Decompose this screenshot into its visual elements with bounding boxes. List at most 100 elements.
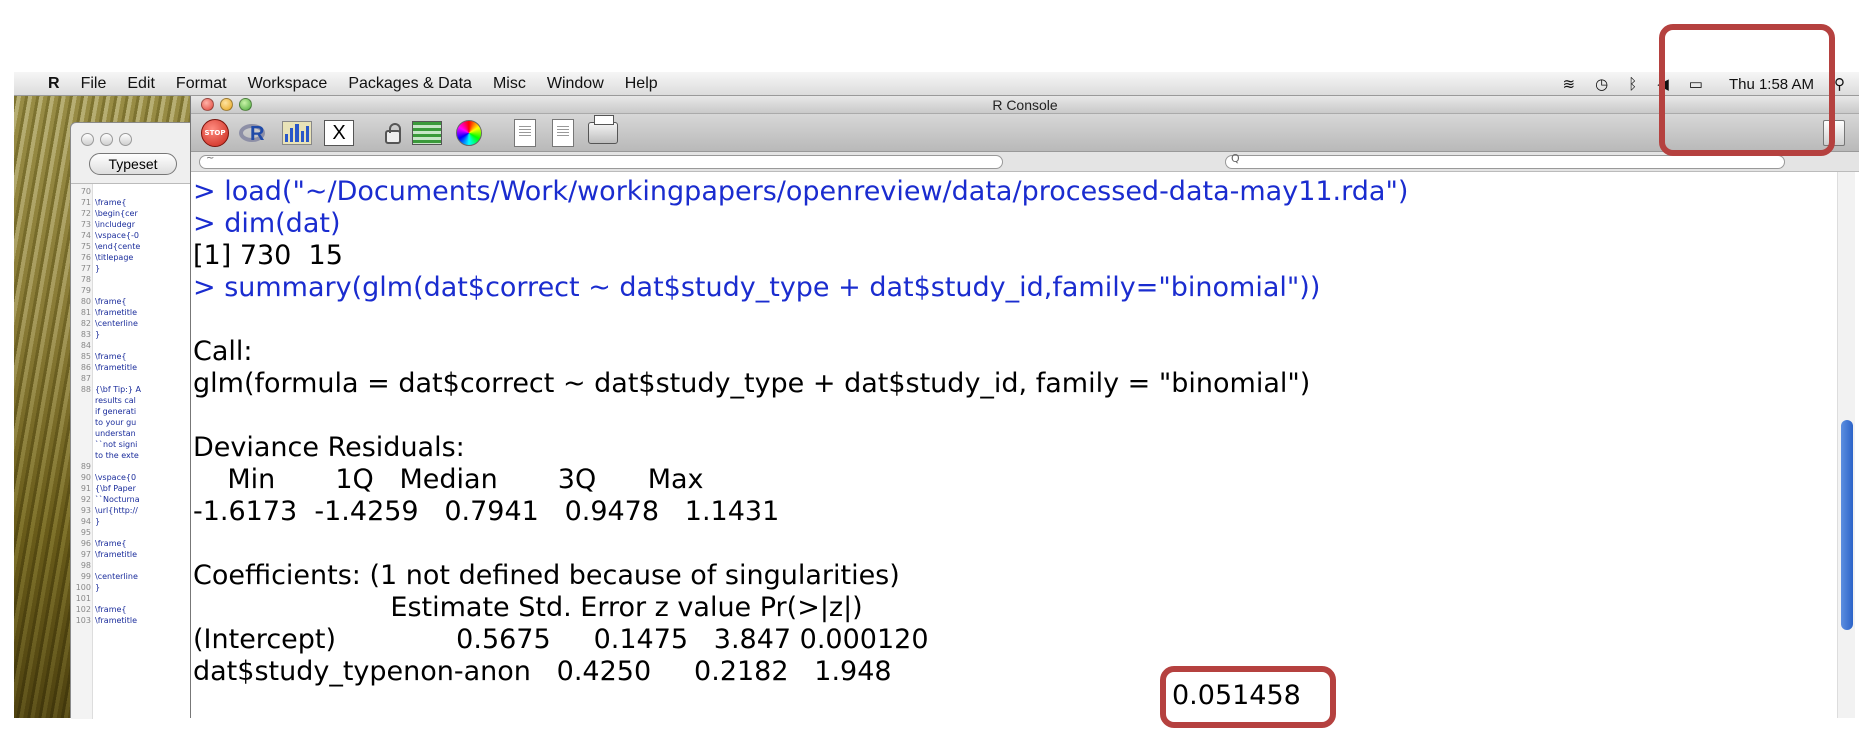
editor-line-number: 75 xyxy=(80,242,91,251)
highlighted-pvalue: 0.051458 xyxy=(1172,680,1301,712)
menu-edit[interactable]: Edit xyxy=(127,75,155,93)
new-document-button[interactable] xyxy=(547,119,579,147)
working-directory-field[interactable]: ~ xyxy=(199,153,1003,169)
editor-line: 75 \end{cente xyxy=(71,241,195,252)
open-document-button[interactable] xyxy=(509,119,541,147)
editor-line: to the exte xyxy=(71,450,195,461)
menu-packages-data[interactable]: Packages & Data xyxy=(348,75,472,93)
menu-help[interactable]: Help xyxy=(625,75,658,93)
new-document-icon xyxy=(552,119,574,147)
bluetooth-icon[interactable]: ᛒ xyxy=(1628,76,1637,93)
quartz-button[interactable] xyxy=(281,119,313,147)
spotlight-icon[interactable]: ⚲ xyxy=(1834,75,1845,93)
console-minimize-button[interactable] xyxy=(220,98,233,111)
editor-line-number: 83 xyxy=(80,330,91,339)
editor-line: 81 \frametitle xyxy=(71,307,195,318)
editor-line: 87 xyxy=(71,373,195,384)
console-output-line: Estimate Std. Error z value Pr(>|z|) xyxy=(193,592,863,623)
console-output[interactable]: > load("~/Documents/Work/workingpapers/o… xyxy=(191,172,1831,718)
editor-line: 89 xyxy=(71,461,195,472)
editor-line-code: \titlepage xyxy=(95,253,134,262)
console-command-line: > load("~/Documents/Work/workingpapers/o… xyxy=(193,176,1409,207)
console-output-line: dat$study_typenon-anon 0.4250 0.2182 1.9… xyxy=(193,656,892,687)
print-button[interactable] xyxy=(587,115,619,147)
scrollbar-thumb[interactable] xyxy=(1841,420,1853,630)
editor-line-number: 97 xyxy=(80,550,91,559)
editor-line: 98 xyxy=(71,560,195,571)
editor-line-code: \frame{ xyxy=(95,352,127,361)
editor-line-number: 82 xyxy=(80,319,91,328)
editor-line: 70 xyxy=(71,186,195,197)
editor-minimize-button[interactable] xyxy=(100,133,113,146)
menu-file[interactable]: File xyxy=(81,75,107,93)
editor-line-number: 94 xyxy=(80,517,91,526)
editor-line-code: \frametitle xyxy=(95,550,138,559)
editor-line: 71 \frame{ xyxy=(71,197,195,208)
editor-zoom-button[interactable] xyxy=(119,133,132,146)
editor-line-code: understan xyxy=(95,429,136,438)
console-title: R Console xyxy=(992,97,1058,113)
editor-window-buttons xyxy=(81,133,132,146)
menu-format[interactable]: Format xyxy=(176,75,227,93)
editor-line-number: 90 xyxy=(80,473,91,482)
typeset-button[interactable]: Typeset xyxy=(89,153,177,175)
editor-line-code: {\bf Tip:} A xyxy=(95,385,141,394)
source-script-button[interactable]: R xyxy=(239,119,271,147)
editor-line-code: \frame{ xyxy=(95,605,127,614)
stop-button[interactable]: STOP xyxy=(199,119,231,147)
editor-close-button[interactable] xyxy=(81,133,94,146)
editor-line: 79 xyxy=(71,285,195,296)
editor-line-code: \vspace{-0 xyxy=(95,231,139,240)
search-icon: Q xyxy=(1231,152,1240,165)
editor-line: results cal xyxy=(71,395,195,406)
editor-line-number: 100 xyxy=(75,583,91,592)
editor-line: 101 xyxy=(71,593,195,604)
editor-line-number: 98 xyxy=(80,561,91,570)
menu-misc[interactable]: Misc xyxy=(493,75,526,93)
editor-line-number: 76 xyxy=(80,253,91,262)
console-output-line: Deviance Residuals: xyxy=(193,432,465,463)
editor-line: 100} xyxy=(71,582,195,593)
editor-line: 90 \vspace{0 xyxy=(71,472,195,483)
editor-line-code: \frametitle xyxy=(95,616,138,625)
stop-icon: STOP xyxy=(201,119,229,147)
console-zoom-button[interactable] xyxy=(239,98,252,111)
editor-line-number: 81 xyxy=(80,308,91,317)
editor-line: 102 \frame{ xyxy=(71,604,195,615)
editor-line: 78 xyxy=(71,274,195,285)
editor-line: 85 \frame{ xyxy=(71,351,195,362)
console-scrollbar[interactable] xyxy=(1837,172,1855,718)
working-directory-value: ~ xyxy=(206,153,215,164)
editor-line: 73 \includegr xyxy=(71,219,195,230)
editor-line-number: 95 xyxy=(80,528,91,537)
editor-line: 103 \frametitle xyxy=(71,615,195,626)
console-close-button[interactable] xyxy=(201,98,214,111)
editor-window: Typeset 70 71 \frame{72 \begin{cer 73 \includ… xyxy=(70,122,210,719)
editor-line-code: to the exte xyxy=(95,451,139,460)
console-window-buttons xyxy=(201,98,252,111)
editor-line-number: 84 xyxy=(80,341,91,350)
time-machine-icon[interactable]: ◷ xyxy=(1595,75,1608,93)
menu-app-name[interactable]: R xyxy=(48,75,60,93)
editor-line-code: ``not signi xyxy=(95,440,138,449)
editor-line-number: 89 xyxy=(80,462,91,471)
console-output-line: (Intercept) 0.5675 0.1475 3.847 0.000120 xyxy=(193,624,929,655)
editor-text-area[interactable]: 70 71 \frame{72 \begin{cer 73 \includegr 74 \vs… xyxy=(71,183,195,719)
menu-workspace[interactable]: Workspace xyxy=(248,75,328,93)
menu-window[interactable]: Window xyxy=(547,75,604,93)
editor-line: 82 \centerline xyxy=(71,318,195,329)
show-history-button[interactable] xyxy=(411,119,443,147)
editor-line-number: 96 xyxy=(80,539,91,548)
console-command-line: > dim(dat) xyxy=(193,208,341,239)
set-colors-button[interactable] xyxy=(453,119,485,147)
editor-line-code: \frame{ xyxy=(95,297,127,306)
editor-line-number: 88 xyxy=(80,385,91,394)
console-search-field[interactable]: Q xyxy=(1225,152,1785,169)
editor-line-number: 80 xyxy=(80,297,91,306)
list-icon xyxy=(412,121,442,145)
x11-button[interactable]: X xyxy=(323,119,355,147)
editor-line: understan xyxy=(71,428,195,439)
authentication-button[interactable] xyxy=(377,119,409,147)
wifi-icon[interactable]: ≋ xyxy=(1563,75,1576,93)
editor-line-code: ``Nocturna xyxy=(95,495,140,504)
